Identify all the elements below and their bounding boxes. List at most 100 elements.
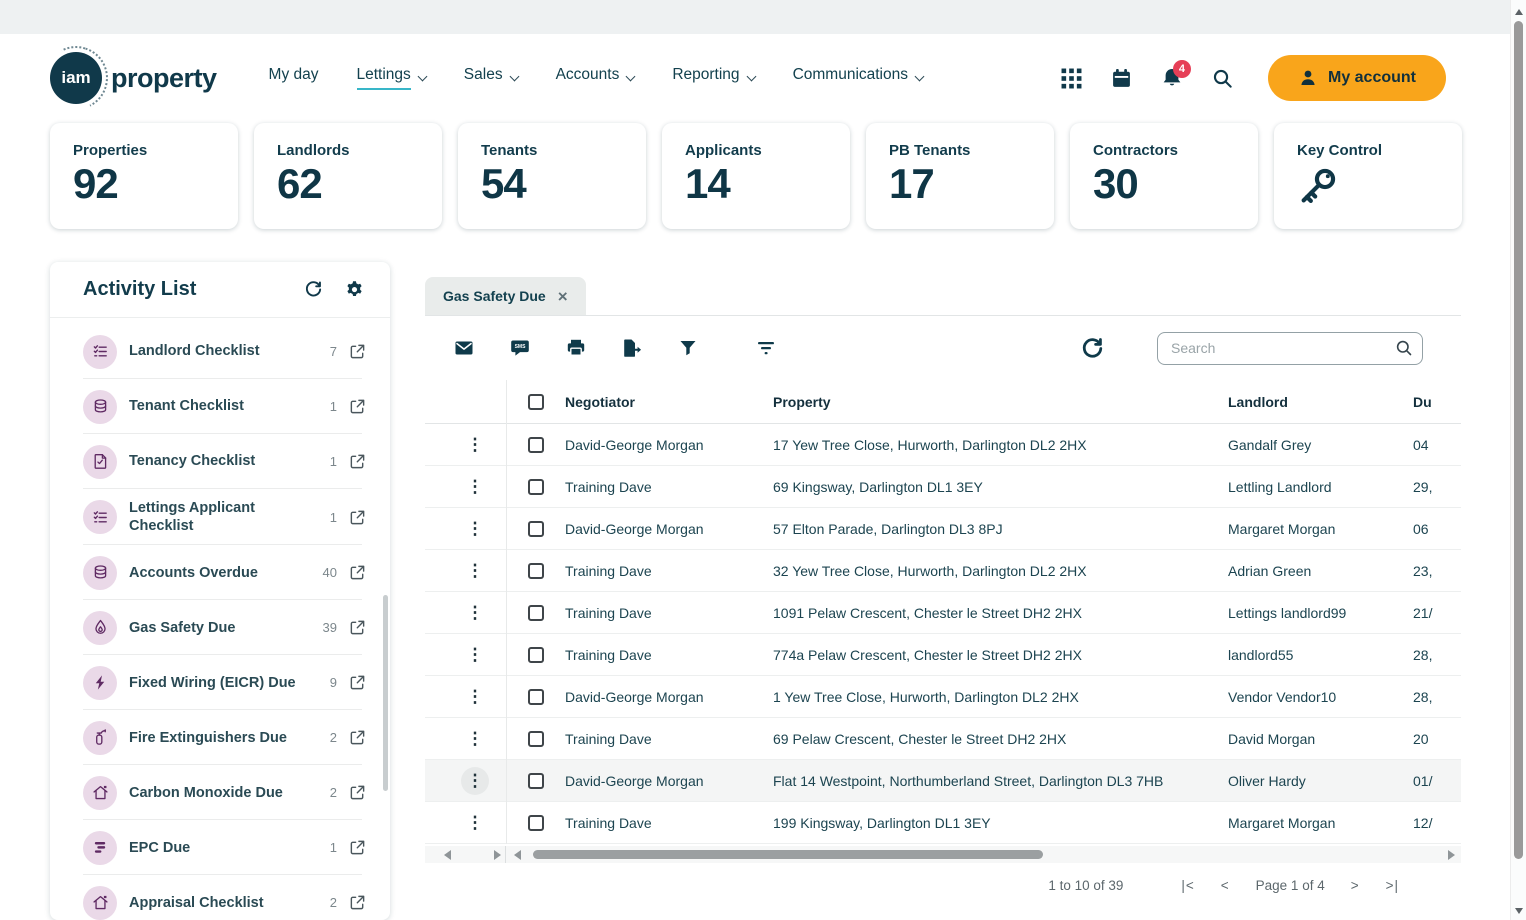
- activity-item-fixed-wiring-eicr-due[interactable]: Fixed Wiring (EICR) Due 9: [50, 655, 390, 711]
- tab-gas-safety-due[interactable]: Gas Safety Due ×: [425, 277, 586, 315]
- scroll-up-arrow-icon[interactable]: [1515, 9, 1523, 15]
- scroll-right-arrow-icon[interactable]: [494, 849, 501, 860]
- nav-item-reporting[interactable]: Reporting: [672, 66, 757, 90]
- row-checkbox[interactable]: [528, 730, 544, 747]
- external-link-icon[interactable]: [349, 453, 366, 470]
- row-menu-kebab-icon[interactable]: ⋮: [461, 557, 489, 585]
- select-all-checkbox[interactable]: [528, 394, 544, 410]
- row-menu-kebab-icon[interactable]: ⋮: [461, 431, 489, 459]
- row-checkbox[interactable]: [528, 562, 544, 579]
- email-icon[interactable]: [454, 338, 474, 358]
- row-checkbox[interactable]: [528, 520, 544, 537]
- table-row[interactable]: ⋮ Training Dave 199 Kingsway, Darlington…: [425, 802, 1461, 844]
- apps-grid-icon[interactable]: [1061, 68, 1082, 89]
- search-icon[interactable]: [1395, 339, 1413, 362]
- row-menu-kebab-icon[interactable]: ⋮: [461, 683, 489, 711]
- main-columns-scrollbar[interactable]: [506, 846, 1461, 863]
- stat-card-landlords[interactable]: Landlords 62: [254, 123, 442, 229]
- search-input[interactable]: [1157, 331, 1423, 365]
- nav-item-my-day[interactable]: My day: [269, 66, 319, 90]
- row-menu-kebab-icon[interactable]: ⋮: [461, 725, 489, 753]
- scroll-down-arrow-icon[interactable]: [1515, 908, 1523, 914]
- table-row[interactable]: ⋮ Training Dave 32 Yew Tree Close, Hurwo…: [425, 550, 1461, 592]
- external-link-icon[interactable]: [349, 509, 366, 526]
- row-checkbox[interactable]: [528, 604, 544, 621]
- prev-page-button[interactable]: <: [1221, 878, 1230, 893]
- stat-card-key-control[interactable]: Key Control: [1274, 123, 1462, 229]
- activity-item-landlord-checklist[interactable]: Landlord Checklist 7: [50, 324, 390, 379]
- activity-item-appraisal-checklist[interactable]: Appraisal Checklist 2: [50, 875, 390, 920]
- external-link-icon[interactable]: [349, 894, 366, 911]
- search-icon[interactable]: [1212, 68, 1233, 89]
- external-link-icon[interactable]: [349, 729, 366, 746]
- table-row[interactable]: ⋮ Training Dave 774a Pelaw Crescent, Che…: [425, 634, 1461, 676]
- row-menu-kebab-icon[interactable]: ⋮: [461, 515, 489, 543]
- activity-item-fire-extinguishers-due[interactable]: Fire Extinguishers Due 2: [50, 710, 390, 766]
- brand-logo[interactable]: iam property: [50, 52, 217, 104]
- nav-item-communications[interactable]: Communications: [793, 66, 925, 90]
- activity-scrollbar-thumb[interactable]: [383, 595, 388, 791]
- external-link-icon[interactable]: [349, 398, 366, 415]
- activity-item-epc-due[interactable]: EPC Due 1: [50, 820, 390, 876]
- table-row[interactable]: ⋮ Training Dave 69 Kingsway, Darlington …: [425, 466, 1461, 508]
- activity-item-gas-safety-due[interactable]: Gas Safety Due 39: [50, 600, 390, 656]
- scroll-right-arrow-icon[interactable]: [1448, 849, 1455, 860]
- nav-item-lettings[interactable]: Lettings: [356, 66, 428, 90]
- activity-item-accounts-overdue[interactable]: Accounts Overdue 40: [50, 545, 390, 601]
- row-checkbox[interactable]: [528, 478, 544, 495]
- page-vertical-scrollbar[interactable]: [1510, 0, 1526, 920]
- scrollbar-track[interactable]: [527, 850, 1442, 859]
- refresh-icon[interactable]: [1081, 337, 1104, 360]
- row-menu-kebab-icon[interactable]: ⋮: [461, 766, 489, 795]
- table-row[interactable]: ⋮ David-George Morgan Flat 14 Westpoint,…: [425, 760, 1461, 802]
- activity-item-tenancy-checklist[interactable]: Tenancy Checklist 1: [50, 434, 390, 489]
- row-checkbox[interactable]: [528, 646, 544, 663]
- nav-item-accounts[interactable]: Accounts: [556, 66, 636, 90]
- external-link-icon[interactable]: [349, 674, 366, 691]
- table-row[interactable]: ⋮ David-George Morgan 1 Yew Tree Close, …: [425, 676, 1461, 718]
- stat-card-properties[interactable]: Properties 92: [50, 123, 238, 229]
- stat-card-tenants[interactable]: Tenants 54: [458, 123, 646, 229]
- external-link-icon[interactable]: [349, 839, 366, 856]
- activity-item-lettings-applicant-checklist[interactable]: Lettings Applicant Checklist 1: [50, 489, 390, 546]
- scroll-left-arrow-icon[interactable]: [444, 849, 451, 860]
- next-page-button[interactable]: >: [1351, 878, 1360, 893]
- export-icon[interactable]: [622, 338, 642, 358]
- external-link-icon[interactable]: [349, 784, 366, 801]
- external-link-icon[interactable]: [349, 619, 366, 636]
- scrollbar-thumb[interactable]: [533, 850, 1043, 859]
- close-icon[interactable]: ×: [558, 288, 568, 305]
- column-header-property[interactable]: Property: [773, 394, 831, 410]
- row-menu-kebab-icon[interactable]: ⋮: [461, 599, 489, 627]
- row-checkbox[interactable]: [528, 436, 544, 453]
- stat-card-applicants[interactable]: Applicants 14: [662, 123, 850, 229]
- stat-card-pb-tenants[interactable]: PB Tenants 17: [866, 123, 1054, 229]
- sms-icon[interactable]: SMS: [510, 338, 530, 358]
- row-checkbox[interactable]: [528, 814, 544, 831]
- first-page-button[interactable]: |<: [1181, 878, 1194, 893]
- table-row[interactable]: ⋮ David-George Morgan 17 Yew Tree Close,…: [425, 424, 1461, 466]
- row-menu-kebab-icon[interactable]: ⋮: [461, 809, 489, 837]
- column-header-landlord[interactable]: Landlord: [1228, 394, 1288, 410]
- table-row[interactable]: ⋮ Training Dave 1091 Pelaw Crescent, Che…: [425, 592, 1461, 634]
- column-header-negotiator[interactable]: Negotiator: [565, 394, 635, 410]
- column-header-due-date[interactable]: Du: [1413, 394, 1432, 410]
- row-menu-kebab-icon[interactable]: ⋮: [461, 641, 489, 669]
- pinned-columns-scrollbar[interactable]: [440, 846, 506, 863]
- calendar-icon[interactable]: [1111, 68, 1132, 89]
- table-horizontal-scrollbar[interactable]: [425, 846, 1461, 863]
- refresh-icon[interactable]: [304, 280, 323, 299]
- my-account-button[interactable]: My account: [1267, 55, 1446, 101]
- filter-lines-icon[interactable]: [755, 338, 777, 358]
- gear-icon[interactable]: [345, 280, 364, 299]
- table-row[interactable]: ⋮ Training Dave 69 Pelaw Crescent, Chest…: [425, 718, 1461, 760]
- scroll-left-arrow-icon[interactable]: [514, 849, 521, 860]
- filter-icon[interactable]: [678, 338, 698, 358]
- row-checkbox[interactable]: [528, 688, 544, 705]
- print-icon[interactable]: [566, 338, 586, 358]
- last-page-button[interactable]: >|: [1386, 878, 1399, 893]
- row-menu-kebab-icon[interactable]: ⋮: [461, 473, 489, 501]
- activity-item-tenant-checklist[interactable]: Tenant Checklist 1: [50, 379, 390, 434]
- nav-item-sales[interactable]: Sales: [464, 66, 520, 90]
- bell-icon[interactable]: 4: [1161, 60, 1191, 89]
